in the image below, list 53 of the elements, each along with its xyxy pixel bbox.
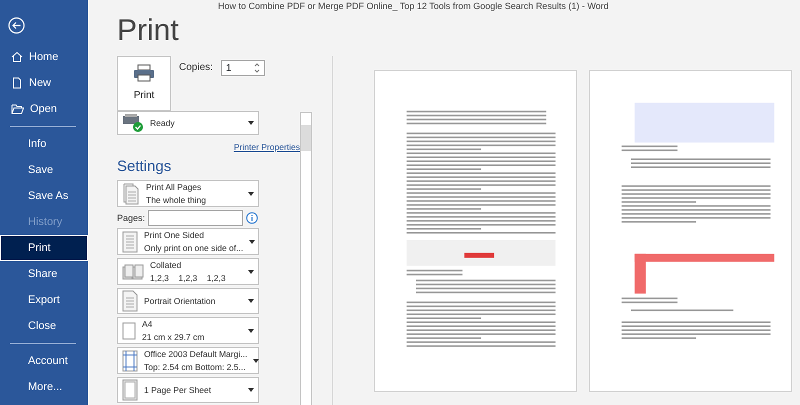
copies-label: Copies: <box>179 61 213 75</box>
settings-dropdown[interactable]: Portrait Orientation <box>117 288 259 314</box>
printer-properties-link[interactable]: Printer Properties <box>234 141 300 154</box>
caret-icon <box>248 192 254 196</box>
sidebar-item[interactable]: Open <box>0 96 88 122</box>
spinner-icon <box>254 62 260 74</box>
settings-dropdown[interactable]: Office 2003 Default Margi... Top: 2.54 cm Bottom: 2.5... <box>117 347 259 374</box>
document-icon <box>122 290 138 312</box>
sidebar-item[interactable]: Home <box>0 44 88 70</box>
settings-dropdown[interactable]: 1 Page Per Sheet <box>117 377 259 404</box>
printer-dropdown[interactable]: Ready <box>117 111 259 135</box>
home-icon <box>11 51 23 63</box>
settings-heading: Settings <box>117 156 172 177</box>
sidebar-item[interactable]: New <box>0 70 88 96</box>
scrollbar[interactable] <box>300 112 312 405</box>
page-icon <box>122 379 138 402</box>
sidebar-item[interactable]: Save <box>0 157 88 183</box>
page-heading: Print <box>117 16 180 46</box>
info-icon <box>246 212 258 224</box>
pages-field[interactable] <box>148 210 244 226</box>
sidebar-item[interactable]: Share <box>0 261 88 287</box>
settings-dropdown[interactable]: Collated 1,2,3 1,2,3 1,2,3 <box>117 258 259 286</box>
settings-dropdown[interactable]: Print All Pages The whole thing <box>117 180 259 208</box>
document-icon <box>122 230 138 253</box>
sidebar-item[interactable]: Close <box>0 313 88 339</box>
caret-icon <box>249 240 256 244</box>
folder-icon <box>11 103 24 115</box>
settings-dropdown[interactable]: A4 21 cm x 29.7 cm <box>117 317 259 344</box>
caret-icon <box>248 121 254 125</box>
settings-dropdown[interactable]: Print One Sided Only print on one side of... <box>117 228 259 256</box>
collated-pages-icon <box>122 264 144 280</box>
document-icon <box>11 77 23 89</box>
sidebar-item[interactable]: More... <box>0 374 88 400</box>
sidebar-item[interactable]: Info <box>0 131 88 157</box>
caret-icon <box>253 358 260 363</box>
printer-icon <box>133 64 155 82</box>
page-icon <box>122 322 136 340</box>
sidebar-item[interactable]: Print <box>0 235 88 261</box>
printer-ready-icon <box>122 113 144 133</box>
window-title: How to Combine PDF or Merge PDF Online_ Top 12 Tools from Google Search Results (1) - Word <box>218 0 609 13</box>
print-button[interactable]: Print <box>117 56 171 111</box>
caret-icon <box>248 328 254 333</box>
caret-icon <box>248 388 254 392</box>
sidebar-item[interactable]: Account <box>0 348 88 374</box>
document-stack-icon <box>122 182 140 205</box>
pages-label: Pages: <box>117 212 146 225</box>
sidebar-item[interactable]: Export <box>0 287 88 313</box>
copies-field[interactable]: 1 <box>220 60 265 76</box>
back-icon[interactable] <box>8 17 25 34</box>
caret-icon <box>248 270 254 274</box>
margins-icon <box>122 350 138 372</box>
caret-icon <box>248 299 254 304</box>
sidebar-item[interactable]: Save As <box>0 183 88 209</box>
